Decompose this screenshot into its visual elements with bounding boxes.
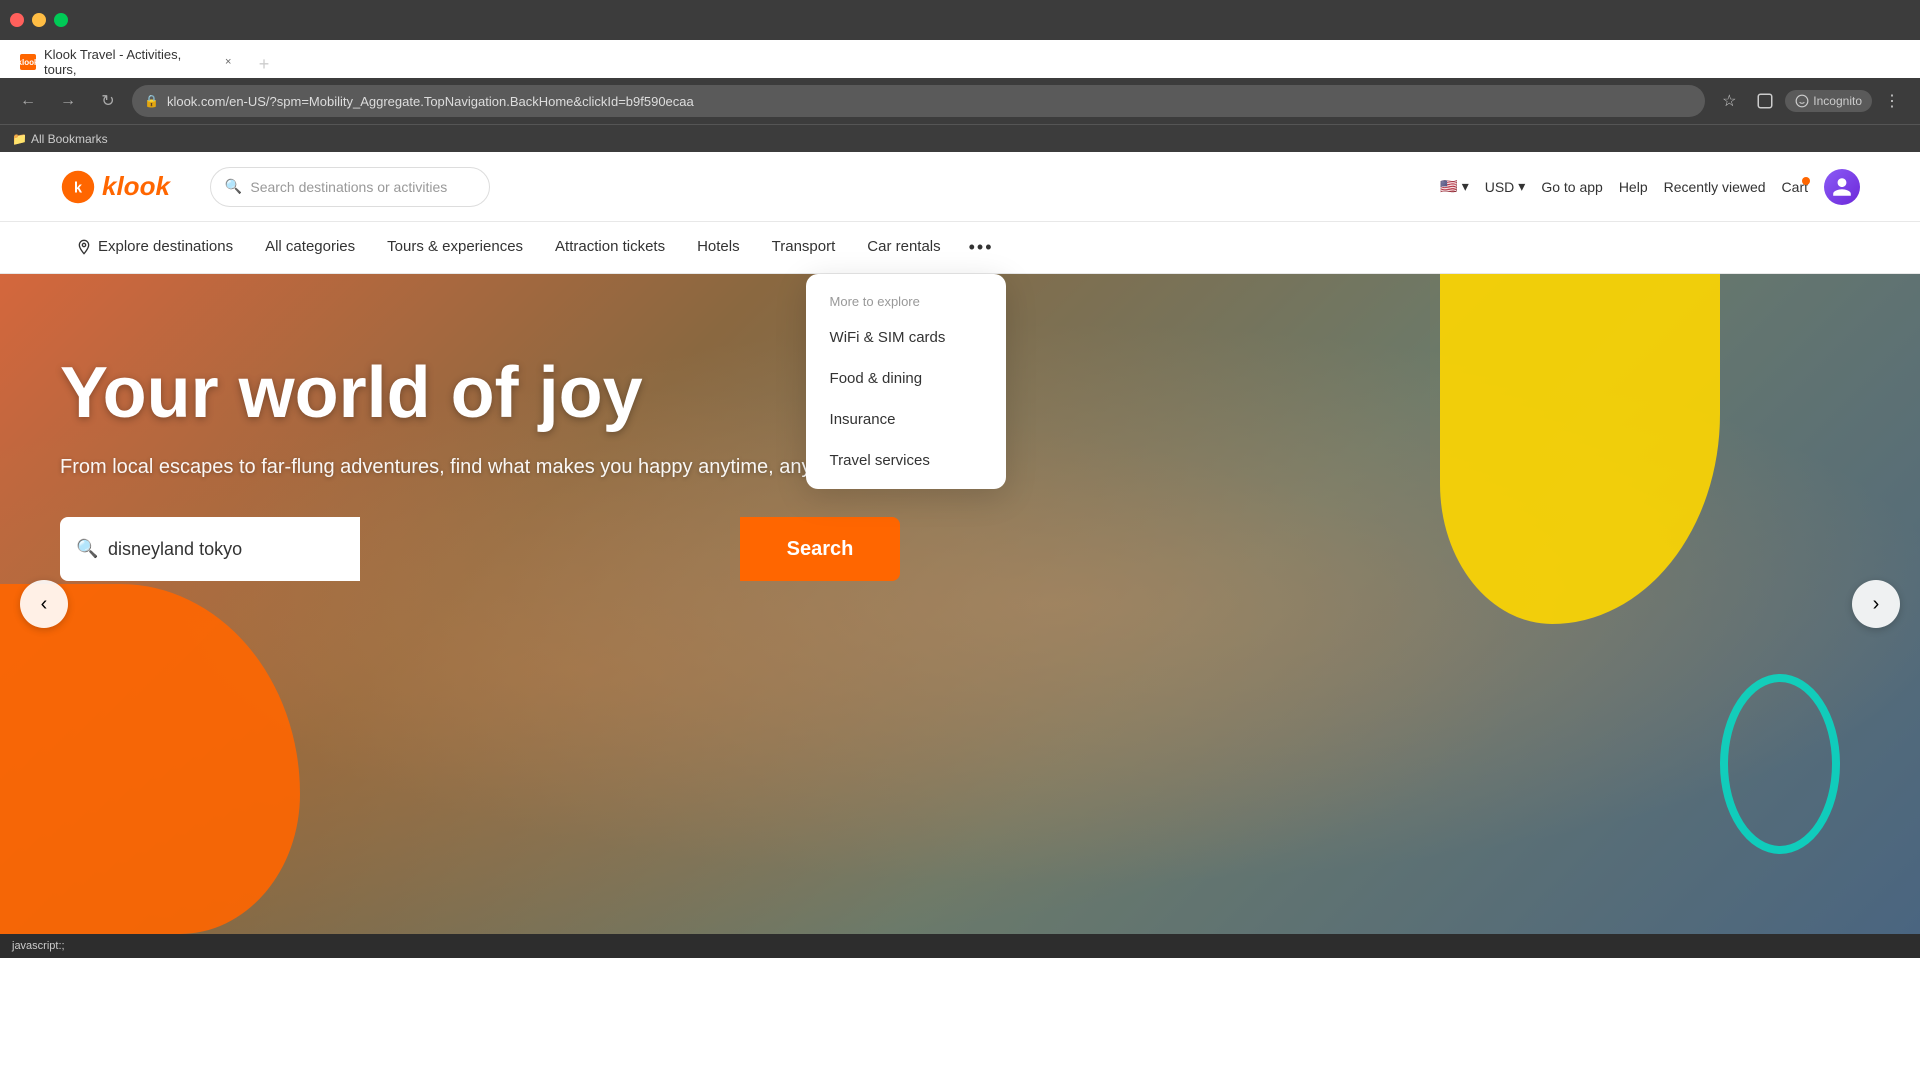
cart-notification-dot [1802, 177, 1810, 185]
nav-explore-label: Explore destinations [98, 238, 233, 255]
browser-chrome: klook Klook Travel - Activities, tours, … [0, 0, 1920, 152]
nav-explore-destinations[interactable]: Explore destinations [60, 222, 249, 274]
dropdown-item-travel[interactable]: Travel services [806, 440, 1006, 481]
nav-transport[interactable]: Transport [756, 222, 852, 274]
travel-label: Travel services [830, 452, 930, 469]
menu-button[interactable]: ⋮ [1876, 85, 1908, 117]
incognito-label: Incognito [1813, 94, 1862, 108]
hero-search-icon: 🔍 [76, 539, 98, 560]
currency-label: USD [1485, 179, 1515, 195]
nav-search-placeholder: Search destinations or activities [250, 179, 447, 195]
dropdown-item-wifi[interactable]: WiFi & SIM cards [806, 317, 1006, 358]
hero-search-input-wrapper: 🔍 [60, 517, 740, 581]
nav-attraction-tickets[interactable]: Attraction tickets [539, 222, 681, 274]
new-tab-button[interactable]: + [250, 50, 278, 78]
avatar-image [1824, 169, 1860, 205]
window-controls [10, 13, 68, 27]
nav-tours-experiences[interactable]: Tours & experiences [371, 222, 539, 274]
browser-status-bar: javascript:; [0, 934, 1920, 958]
recently-viewed-link[interactable]: Recently viewed [1664, 179, 1766, 195]
bookmarks-label: All Bookmarks [31, 132, 108, 146]
browser-toolbar: ← → ↻ 🔒 klook.com/en-US/?spm=Mobility_Ag… [0, 78, 1920, 124]
carousel-next-button[interactable]: › [1852, 580, 1900, 628]
flag-arrow: ▾ [1462, 178, 1469, 195]
user-avatar[interactable] [1824, 169, 1860, 205]
nav-actions: 🇺🇸 ▾ USD ▾ Go to app Help Recently viewe… [1440, 169, 1860, 205]
bookmark-button[interactable]: ☆ [1713, 85, 1745, 117]
minimize-window-button[interactable] [32, 13, 46, 27]
klook-logo-text: klook [102, 171, 170, 202]
url-text: klook.com/en-US/?spm=Mobility_Aggregate.… [167, 94, 694, 109]
all-bookmarks-button[interactable]: 📁 All Bookmarks [12, 132, 108, 146]
hero-search-button[interactable]: Search [740, 517, 900, 581]
nav-all-categories[interactable]: All categories [249, 222, 371, 274]
bookmarks-bar: 📁 All Bookmarks [0, 124, 1920, 152]
klook-top-nav: k klook 🔍 Search destinations or activit… [0, 152, 1920, 222]
hero-search-input[interactable] [60, 517, 360, 581]
more-dropdown-menu: More to explore WiFi & SIM cards Food & … [806, 274, 1006, 489]
title-bar [0, 0, 1920, 40]
tab-close-button[interactable]: × [220, 54, 236, 70]
food-label: Food & dining [830, 370, 923, 387]
dropdown-item-food[interactable]: Food & dining [806, 358, 1006, 399]
nav-car-rentals[interactable]: Car rentals [851, 222, 956, 274]
tab-bar: klook Klook Travel - Activities, tours, … [0, 40, 1920, 78]
nav-search-icon: 🔍 [225, 178, 242, 195]
incognito-badge: Incognito [1785, 90, 1872, 112]
tab-favicon: klook [20, 54, 36, 70]
carousel-prev-button[interactable]: ‹ [20, 580, 68, 628]
klook-logo[interactable]: k klook [60, 169, 170, 205]
currency-selector[interactable]: USD ▾ [1485, 178, 1526, 195]
cart-button[interactable]: Cart [1782, 179, 1808, 195]
status-text: javascript:; [12, 940, 65, 952]
maximize-window-button[interactable] [54, 13, 68, 27]
back-button[interactable]: ← [12, 85, 44, 117]
more-dots-icon: ••• [969, 237, 994, 258]
active-tab[interactable]: klook Klook Travel - Activities, tours, … [8, 46, 248, 78]
help-link[interactable]: Help [1619, 179, 1648, 195]
currency-arrow: ▾ [1518, 178, 1525, 195]
lock-icon: 🔒 [144, 94, 159, 108]
refresh-button[interactable]: ↻ [92, 85, 124, 117]
flag-icon: 🇺🇸 [1440, 178, 1457, 195]
nav-search-bar[interactable]: 🔍 Search destinations or activities [210, 167, 490, 207]
insurance-label: Insurance [830, 411, 896, 428]
folder-icon: 📁 [12, 132, 27, 146]
close-window-button[interactable] [10, 13, 24, 27]
teal-circle-decoration [1720, 674, 1840, 854]
more-menu-button[interactable]: ••• More to explore WiFi & SIM cards Foo… [957, 222, 1006, 274]
klook-sub-nav: Explore destinations All categories Tour… [0, 222, 1920, 274]
toolbar-actions: ☆ Incognito ⋮ [1713, 85, 1908, 117]
nav-hotels[interactable]: Hotels [681, 222, 756, 274]
address-bar[interactable]: 🔒 klook.com/en-US/?spm=Mobility_Aggregat… [132, 85, 1705, 117]
svg-text:k: k [74, 180, 83, 196]
website-content: k klook 🔍 Search destinations or activit… [0, 152, 1920, 934]
profile-button[interactable] [1749, 85, 1781, 117]
location-pin-icon [76, 239, 92, 255]
forward-button[interactable]: → [52, 85, 84, 117]
hero-search-bar: 🔍 Search [60, 517, 900, 581]
language-selector[interactable]: 🇺🇸 ▾ [1440, 178, 1468, 195]
klook-logo-icon: k [60, 169, 96, 205]
wifi-label: WiFi & SIM cards [830, 329, 946, 346]
go-to-app-link[interactable]: Go to app [1541, 179, 1603, 195]
tab-title: Klook Travel - Activities, tours, [44, 47, 212, 77]
dropdown-item-insurance[interactable]: Insurance [806, 399, 1006, 440]
dropdown-header: More to explore [806, 282, 1006, 317]
